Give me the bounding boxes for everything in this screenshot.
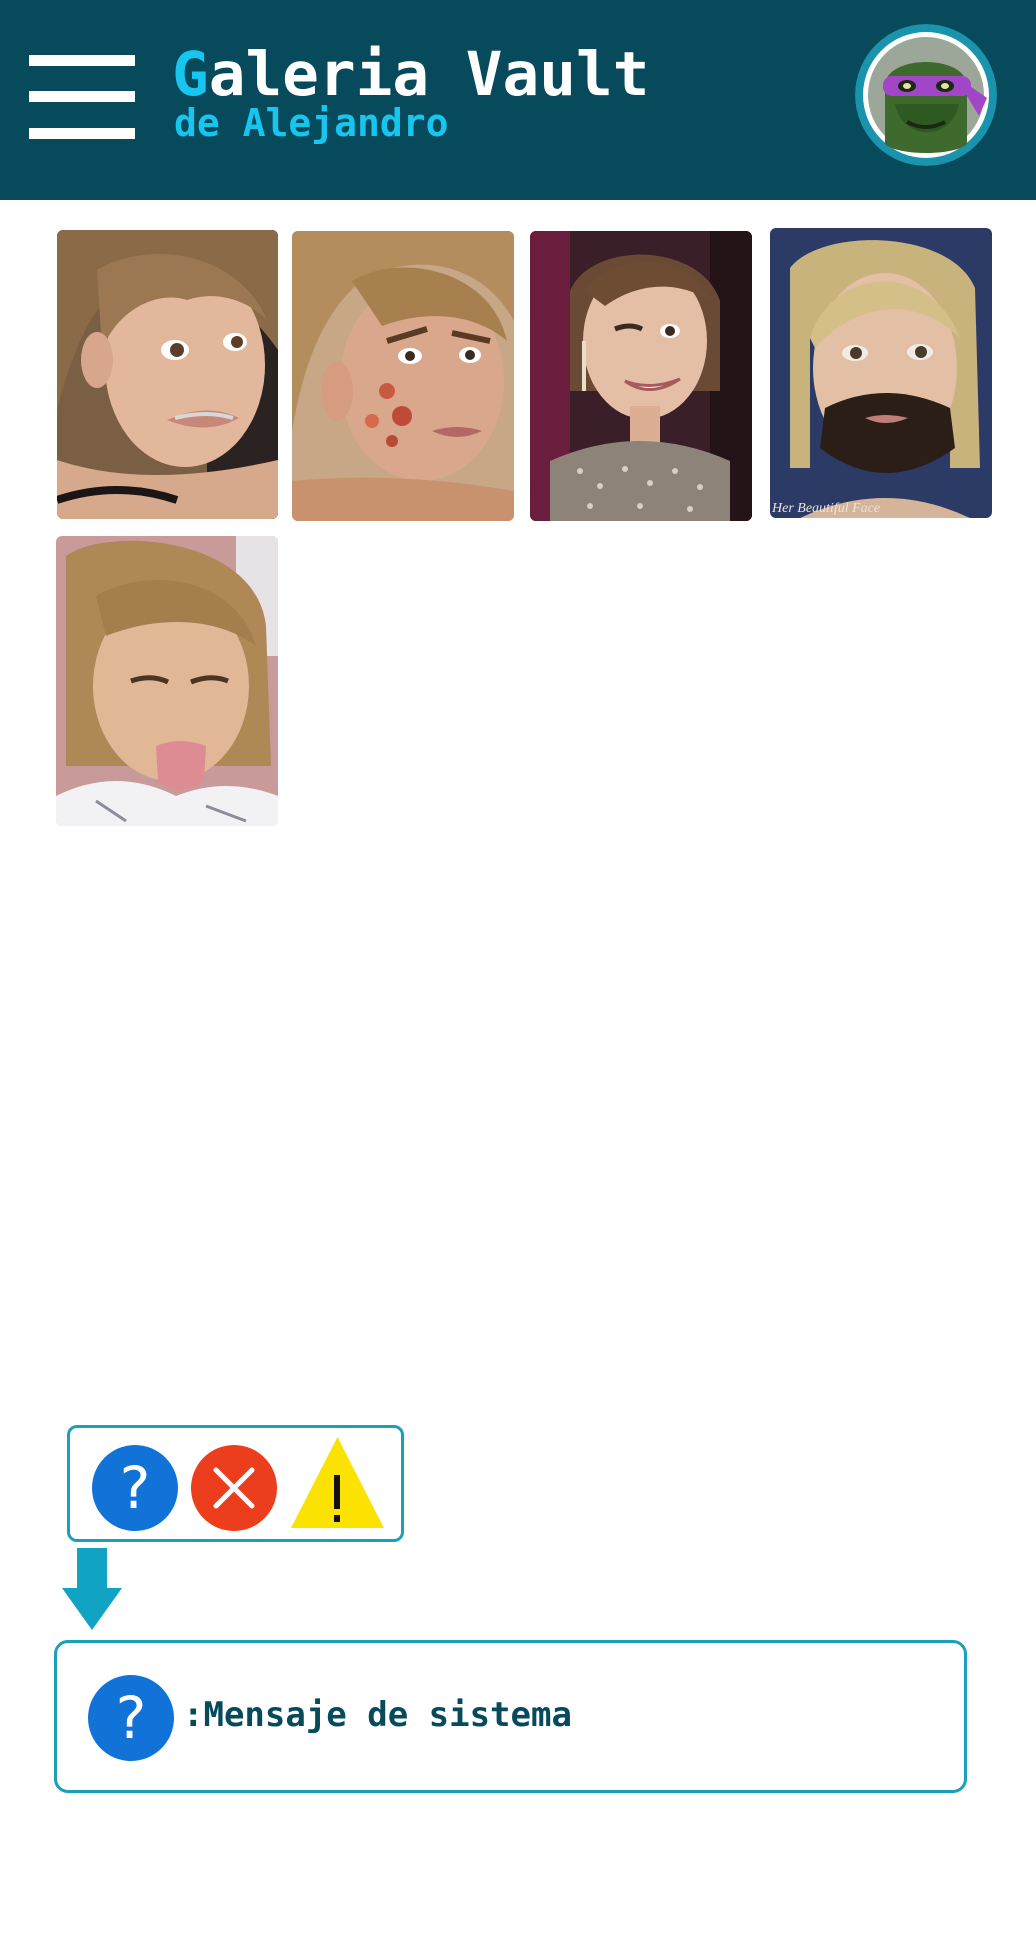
gallery-photo-2[interactable] [292,231,514,521]
app-title-rest: aleria Vault [208,39,650,110]
system-message-text: :Mensaje de sistema [183,1695,572,1735]
photo-thumbnail [530,231,752,521]
gallery-photo-4[interactable]: Her Beautiful Face [770,228,992,518]
system-message-box: ? :Mensaje de sistema [54,1640,967,1793]
error-x-icon[interactable] [190,1444,278,1536]
menu-line [29,55,135,66]
gallery-photo-5[interactable] [56,536,278,826]
question-icon-graphic: ? [92,1445,178,1531]
profile-avatar[interactable] [855,24,997,166]
photo-thumbnail [57,230,278,519]
hamburger-menu-button[interactable] [29,55,135,139]
svg-text:?: ? [116,1684,147,1752]
photo-thumbnail [56,536,278,826]
error-icon-graphic [191,1445,277,1531]
menu-line [29,91,135,102]
app-title-initial: G [172,39,209,110]
photo-thumbnail: Her Beautiful Face [770,228,992,518]
app-subtitle: de Alejandro [174,101,449,145]
arrow-graphic [62,1548,122,1630]
down-arrow-icon [62,1548,122,1636]
photo-caption: Her Beautiful Face [771,501,880,516]
svg-text:?: ? [120,1454,151,1522]
warning-icon[interactable] [289,1435,386,1534]
question-icon: ? [87,1674,175,1766]
warning-icon-graphic [291,1437,384,1528]
avatar-image [855,24,997,166]
alert-type-panel: ? [67,1425,404,1542]
app-header: Galeria Vault de Alejandro [0,0,1036,200]
photo-thumbnail [292,231,514,521]
message-icon-graphic: ? [88,1675,174,1761]
gallery-photo-1[interactable] [57,230,278,519]
app-title: Galeria Vault [172,40,649,110]
question-icon[interactable]: ? [91,1444,179,1536]
menu-line [29,128,135,139]
gallery-photo-3[interactable] [530,231,752,521]
